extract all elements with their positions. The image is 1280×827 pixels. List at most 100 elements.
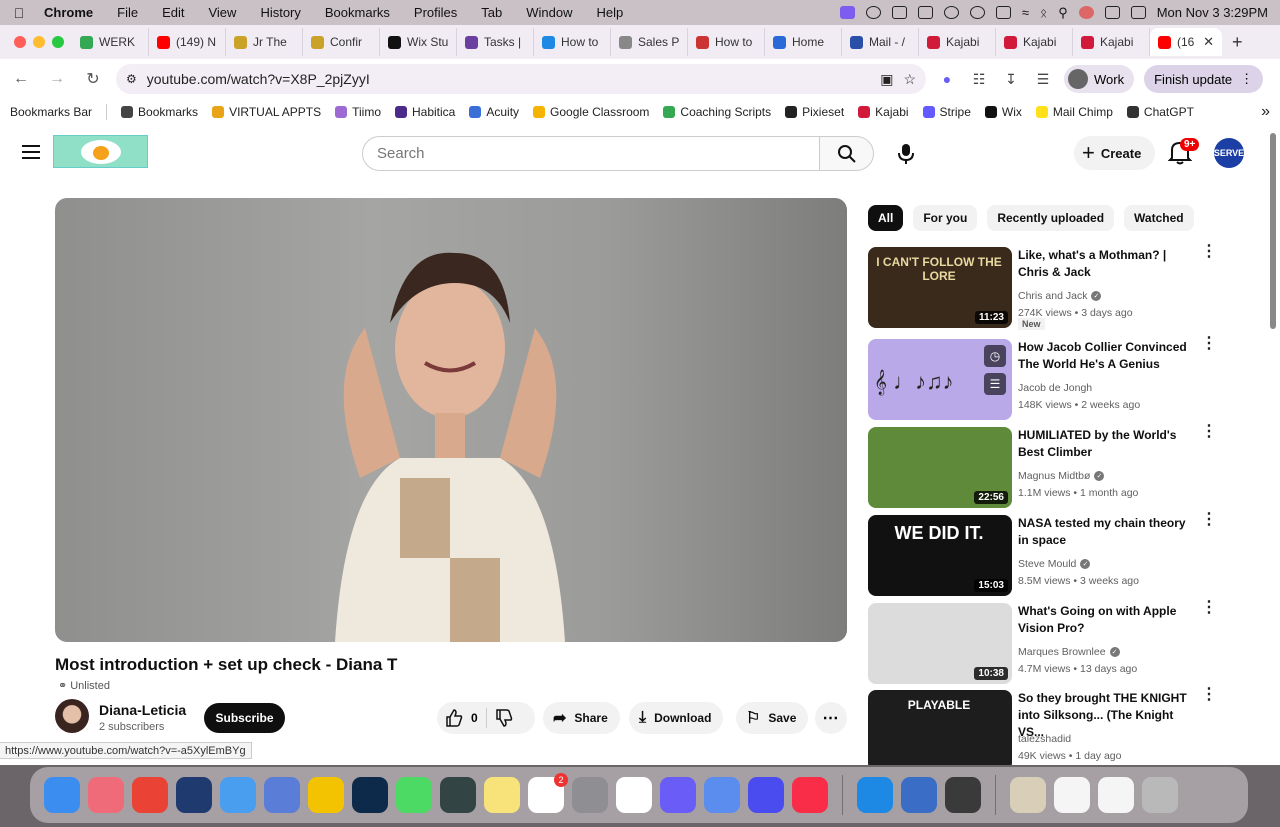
like-button[interactable]: 0 <box>445 709 478 727</box>
browser-tab[interactable]: Tasks | <box>457 28 534 56</box>
recommended-video[interactable]: I CAN'T FOLLOW THE LORE 11:23 Like, what's… <box>868 244 1218 330</box>
bookmark-item[interactable]: Mail Chimp <box>1035 105 1113 119</box>
browser-tab[interactable]: Sales P <box>611 28 688 56</box>
screen-share-icon[interactable] <box>839 6 855 19</box>
video-options-icon[interactable]: ⋮ <box>1201 336 1217 352</box>
bookmark-item[interactable]: Bookmarks <box>121 105 198 119</box>
dock-trash-icon[interactable] <box>1142 777 1178 813</box>
dark-mode-icon[interactable] <box>969 6 985 19</box>
browser-tab[interactable]: How to <box>534 28 611 56</box>
dock-doc-icon[interactable] <box>1010 777 1046 813</box>
save-button[interactable]: ⚐ Save <box>736 702 809 734</box>
user-switch-icon[interactable] <box>1130 6 1146 19</box>
video-thumbnail[interactable]: WE DID IT. 15:03 <box>868 515 1012 596</box>
menu-help[interactable]: Help <box>585 5 636 20</box>
dock-telegram-like-icon[interactable] <box>176 777 212 813</box>
bookmark-star-icon[interactable]: ☆ <box>903 71 916 88</box>
browser-tab[interactable]: How to <box>688 28 765 56</box>
download-button[interactable]: ⤓ Download <box>629 702 724 734</box>
finish-update-button[interactable]: Finish update ⋮ <box>1144 65 1264 93</box>
search-input[interactable]: Search <box>362 136 820 171</box>
spotlight-search-icon[interactable]: ⚲ <box>1058 5 1068 21</box>
wifi-icon[interactable]: ≈ <box>1022 5 1029 20</box>
dock-reminders-icon[interactable]: 2 <box>528 773 568 813</box>
video-thumbnail[interactable]: 22:56 <box>868 427 1012 508</box>
browser-tab[interactable]: (16 ✕ <box>1150 28 1222 56</box>
dock-davinci-icon[interactable] <box>440 777 476 813</box>
play-icon[interactable] <box>943 6 959 19</box>
siri-icon[interactable] <box>1078 6 1094 19</box>
subscribe-button[interactable]: Subscribe <box>204 703 285 733</box>
bookmark-item[interactable]: Google Classroom <box>533 105 649 119</box>
dock-messages-icon[interactable] <box>396 777 432 813</box>
recommended-channel[interactable]: Chris and Jack ✓ <box>1018 290 1102 302</box>
dock-sketch-like-icon[interactable] <box>308 777 344 813</box>
dock-safari-like-icon[interactable] <box>88 777 124 813</box>
zoom-window-button[interactable] <box>52 36 64 48</box>
filter-chip[interactable]: Watched <box>1124 205 1194 231</box>
close-tab-icon[interactable]: ✕ <box>1203 34 1214 50</box>
bookmark-item[interactable]: Acuity <box>469 105 519 119</box>
recommended-video[interactable]: 10:38 What's Going on with Apple Vision P… <box>868 600 1218 685</box>
dock-window2-icon[interactable] <box>1098 777 1134 813</box>
apps-grid-icon[interactable] <box>106 104 108 120</box>
status-app-icon-3[interactable] <box>917 6 933 19</box>
minimize-window-button[interactable] <box>33 36 45 48</box>
bookmark-item[interactable]: Coaching Scripts <box>663 105 771 119</box>
dock-app3-icon[interactable] <box>704 777 740 813</box>
menu-file[interactable]: File <box>105 5 150 20</box>
account-avatar[interactable]: SERVE <box>1214 138 1244 168</box>
recommended-video-title[interactable]: Like, what's a Mothman? | Chris & Jack <box>1018 247 1198 281</box>
new-tab-button[interactable]: + <box>1222 32 1253 53</box>
recommended-video-title[interactable]: HUMILIATED by the World's Best Climber <box>1018 427 1198 461</box>
video-options-icon[interactable]: ⋮ <box>1201 600 1217 616</box>
bookmark-item[interactable]: Stripe <box>922 105 971 119</box>
reload-button[interactable]: ↻ <box>80 69 106 89</box>
menu-profiles[interactable]: Profiles <box>402 5 469 20</box>
bookmark-item[interactable]: Habitica <box>395 105 455 119</box>
recommended-video[interactable]: 𝄞 ♩♪♫♪ ◷ ☰ How Jacob Collier Convinced The … <box>868 336 1218 421</box>
video-player[interactable] <box>55 198 847 642</box>
recommended-video[interactable]: PLAYABLE So they brought THE KNIGHT into … <box>868 687 1218 765</box>
channel-logo[interactable] <box>53 135 148 168</box>
recommended-video[interactable]: WE DID IT. 15:03 NASA tested my chain theo… <box>868 512 1218 597</box>
install-app-icon[interactable]: ▣ <box>880 71 893 88</box>
recommended-channel[interactable]: talezshadid <box>1018 733 1071 745</box>
browser-tab[interactable]: Jr The <box>226 28 303 56</box>
dock-app2-icon[interactable] <box>660 777 696 813</box>
add-to-queue-icon[interactable]: ☰ <box>984 373 1006 395</box>
recommended-video[interactable]: 22:56 HUMILIATED by the World's Best Clim… <box>868 424 1218 509</box>
download-icon[interactable]: ↧ <box>1000 70 1022 88</box>
dock-mail-icon[interactable] <box>220 777 256 813</box>
bookmark-item[interactable]: Wix <box>984 105 1022 119</box>
media-controls-icon[interactable]: ☰ <box>1032 70 1054 88</box>
watch-later-icon[interactable]: ◷ <box>984 345 1006 367</box>
menu-clock[interactable]: Mon Nov 3 3:29PM <box>1157 5 1268 20</box>
create-button[interactable]: + Create <box>1074 136 1156 170</box>
back-button[interactable]: ← <box>8 70 34 88</box>
video-thumbnail[interactable]: PLAYABLE <box>868 690 1012 765</box>
extensions-puzzle-icon[interactable]: ☷ <box>968 70 990 88</box>
video-thumbnail[interactable]: 𝄞 ♩♪♫♪ ◷ ☰ <box>868 339 1012 420</box>
recommended-video-title[interactable]: How Jacob Collier Convinced The World He… <box>1018 339 1198 373</box>
bookmark-item[interactable]: Tiimo <box>335 105 381 119</box>
dock-notes-icon[interactable] <box>484 777 520 813</box>
status-app-icon[interactable] <box>865 6 881 19</box>
site-info-icon[interactable]: ⚙ <box>126 72 137 86</box>
dock-chrome-icon[interactable] <box>132 777 168 813</box>
video-options-icon[interactable]: ⋮ <box>1201 244 1217 260</box>
bluetooth-icon[interactable]: ᛟ <box>1040 6 1047 20</box>
dock-chatgpt-icon[interactable] <box>616 777 652 813</box>
filter-chip[interactable]: Recently uploaded <box>987 205 1115 231</box>
recommended-video-title[interactable]: What's Going on with Apple Vision Pro? <box>1018 603 1198 637</box>
search-button[interactable] <box>820 136 874 171</box>
recommended-channel[interactable]: Jacob de Jongh <box>1018 382 1092 394</box>
bookmark-item[interactable]: Pixieset <box>785 105 844 119</box>
recommended-video-title[interactable]: NASA tested my chain theory in space <box>1018 515 1198 549</box>
voice-search-button[interactable] <box>888 136 924 172</box>
bookmarks-bar-label[interactable]: Bookmarks Bar <box>10 105 92 119</box>
browser-tab[interactable]: Kajabi <box>919 28 996 56</box>
dock-window1-icon[interactable] <box>1054 777 1090 813</box>
menu-tab[interactable]: Tab <box>469 5 514 20</box>
close-window-button[interactable] <box>14 36 26 48</box>
